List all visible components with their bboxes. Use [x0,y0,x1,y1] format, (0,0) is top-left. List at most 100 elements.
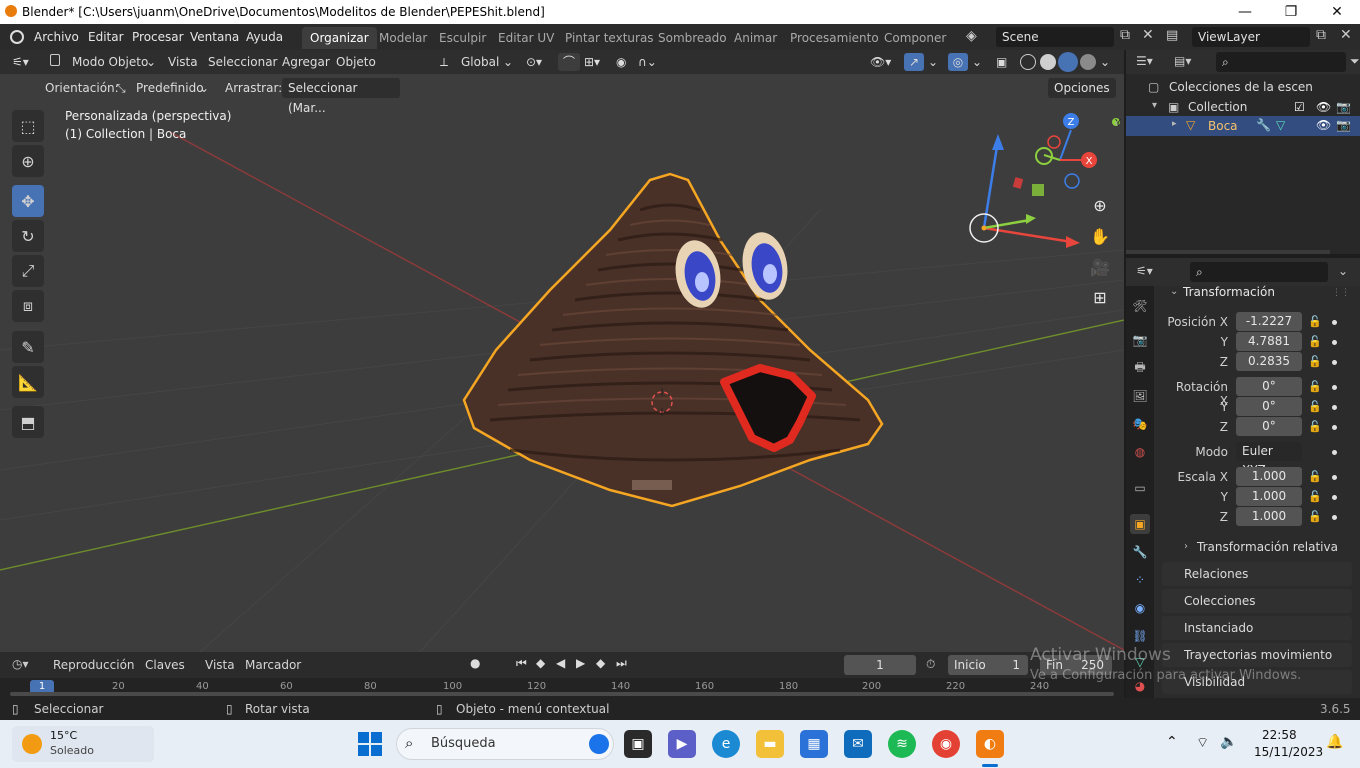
drag-selector[interactable]: Seleccionar (Mar... [282,78,400,115]
position-z-field[interactable]: 0.2835 [1236,352,1302,371]
pivot-icon[interactable]: ⊙▾ [526,50,542,74]
render-tab-icon[interactable]: 📷 [1130,330,1150,350]
3d-viewport[interactable]: Z X Y ⚟▾ Modo Objeto ⌄ Vista Seleccionar… [0,50,1124,652]
new-scene-icon[interactable]: ⧉ [1120,27,1130,43]
snap-icon[interactable]: ⌒ [558,53,580,71]
keyframe-dot-icon[interactable] [1332,515,1337,520]
play-reverse-icon[interactable]: ◀ [556,656,565,670]
record-icon[interactable]: ● [470,656,480,670]
snap-target-icon[interactable]: ⊞▾ [584,50,600,74]
display-mode-icon[interactable]: ▤▾ [1174,54,1191,68]
windows-start-icon[interactable] [358,732,382,756]
scene-icon[interactable]: ◈ [966,28,977,44]
taskbar-search[interactable]: ⌕ Búsqueda [396,728,614,760]
outliner-row-boca[interactable]: ▸ ▽ Boca 🔧 ▽ 👁 📷 [1126,116,1360,136]
timeline-scrollbar[interactable] [10,692,1114,696]
collection-camera-icon[interactable]: 📷 [1336,100,1351,114]
collection-checkbox-icon[interactable]: ☑ [1294,100,1305,114]
orientation-value[interactable]: Predefinido [136,76,204,100]
rotation-y-field[interactable]: 0° [1236,397,1302,416]
viewport-menu-agregar[interactable]: Agregar [282,50,330,74]
teams-icon[interactable]: ▶ [668,730,696,758]
scene-tab-icon[interactable]: 🎭 [1130,414,1150,434]
subsection-expand-icon[interactable]: › [1184,541,1188,552]
modifier-tab-icon[interactable]: 🔧 [1130,542,1150,562]
editor-type-icon[interactable]: ⚟▾ [12,50,29,74]
collection-expand-icon[interactable]: ▾ [1152,100,1157,111]
transform-section-title[interactable]: Transformación [1183,285,1275,299]
position-x-field[interactable]: -1.2227 [1236,312,1302,331]
edge-icon[interactable]: e [712,730,740,758]
blender-menu-icon[interactable] [10,30,24,44]
jump-end-icon[interactable]: ⏭ [616,656,627,671]
keyframe-dot-icon[interactable] [1332,495,1337,500]
overlays-dropdown-icon[interactable]: ⌄ [972,50,982,74]
filter-icon[interactable]: ⏷ [1350,54,1360,69]
maximize-button[interactable]: ❐ [1268,0,1314,24]
tab-procesamiento[interactable]: Procesamiento [782,27,887,49]
tab-animar[interactable]: Animar [726,27,785,49]
wifi-icon[interactable]: ⌔ [1196,734,1209,752]
timeline-editor-icon[interactable]: ◷▾ [12,657,29,671]
material-shading-icon[interactable] [1058,52,1078,72]
tab-editar-uv[interactable]: Editar UV [490,27,562,49]
keyframe-dot-icon[interactable] [1332,405,1337,410]
keyframe-dot-icon[interactable] [1332,340,1337,345]
mode-selector[interactable]: Modo Objeto [72,50,148,74]
ortho-grid-icon[interactable]: ⊞ [1086,283,1114,311]
play-icon[interactable]: ▶ [576,656,585,670]
mail-icon[interactable]: ✉ [844,730,872,758]
keyframe-dot-icon[interactable] [1332,450,1337,455]
object-tab-icon[interactable]: ▣ [1130,514,1150,534]
sidebar-toggle-icon[interactable]: ‹ [1114,116,1119,130]
object-expand-icon[interactable]: ▸ [1172,119,1177,129]
panel-trayectorias[interactable]: Trayectorias movimiento [1162,643,1352,667]
clock-icon[interactable]: ⏱ [926,657,935,672]
outliner-editor-icon[interactable]: ☰▾ [1136,54,1153,68]
keyframe-dot-icon[interactable] [1332,425,1337,430]
pan-hand-icon[interactable]: ✋ [1086,222,1114,250]
task-view-icon[interactable]: ▣ [624,730,652,758]
cursor-tool-icon[interactable]: ⊕ [12,145,44,177]
delete-scene-icon[interactable]: ✕ [1142,27,1154,43]
lock-rotation-y-icon[interactable]: 🔓 [1308,400,1322,413]
zoom-icon[interactable]: ⊕ [1086,191,1114,219]
lock-rotation-x-icon[interactable]: 🔓 [1308,380,1322,393]
blender-taskbar-icon[interactable]: ◐ [976,730,1004,758]
world-tab-icon[interactable]: ◍ [1130,442,1150,462]
next-keyframe-icon[interactable]: ◆ [596,656,605,670]
output-tab-icon[interactable]: 🖶 [1130,358,1150,378]
properties-editor-icon[interactable]: ⚟▾ [1136,264,1153,278]
lock-scale-y-icon[interactable]: 🔓 [1308,490,1322,503]
tab-organizar[interactable]: Organizar [302,27,377,49]
gizmo-toggle-icon[interactable]: ↗ [904,53,924,71]
orientation-dropdown-icon[interactable]: ⌄ [503,50,513,74]
lock-scale-z-icon[interactable]: 🔓 [1308,510,1322,523]
properties-options-icon[interactable]: ⌄ [1338,264,1348,278]
transform-tool-icon[interactable]: ⧈ [12,290,44,322]
tab-esculpir[interactable]: Esculpir [431,27,494,49]
spotify-icon[interactable]: ≋ [888,730,916,758]
minimize-button[interactable]: — [1222,0,1268,24]
tab-pintar-texturas[interactable]: Pintar texturas [557,27,662,49]
tab-modelar[interactable]: Modelar [371,27,435,49]
camera-view-icon[interactable]: 🎥 [1086,253,1114,281]
close-button[interactable]: ✕ [1314,0,1360,24]
lock-position-z-icon[interactable]: 🔓 [1308,355,1322,368]
outliner-collection[interactable]: Collection [1188,100,1247,114]
viewport-menu-objeto[interactable]: Objeto [336,50,376,74]
menu-ventana[interactable]: Ventana [184,28,245,46]
new-viewlayer-icon[interactable]: ⧉ [1316,27,1326,43]
lock-position-x-icon[interactable]: 🔓 [1308,315,1322,328]
falloff-icon[interactable]: ∩⌄ [638,50,657,74]
panel-instanciado[interactable]: Instanciado [1162,616,1352,640]
object-camera-icon[interactable]: 📷 [1336,118,1351,132]
options-button[interactable]: Opciones [1048,78,1116,98]
chevron-up-icon[interactable]: ⌃ [1166,734,1178,750]
navigation-gizmo[interactable]: Z X Y [1035,113,1122,189]
rendered-shading-icon[interactable] [1080,54,1096,70]
weather-widget[interactable]: 15°C Soleado [12,726,154,762]
move-tool-icon[interactable]: ✥ [12,185,44,217]
rotation-z-field[interactable]: 0° [1236,417,1302,436]
menu-archivo[interactable]: Archivo [28,28,85,46]
